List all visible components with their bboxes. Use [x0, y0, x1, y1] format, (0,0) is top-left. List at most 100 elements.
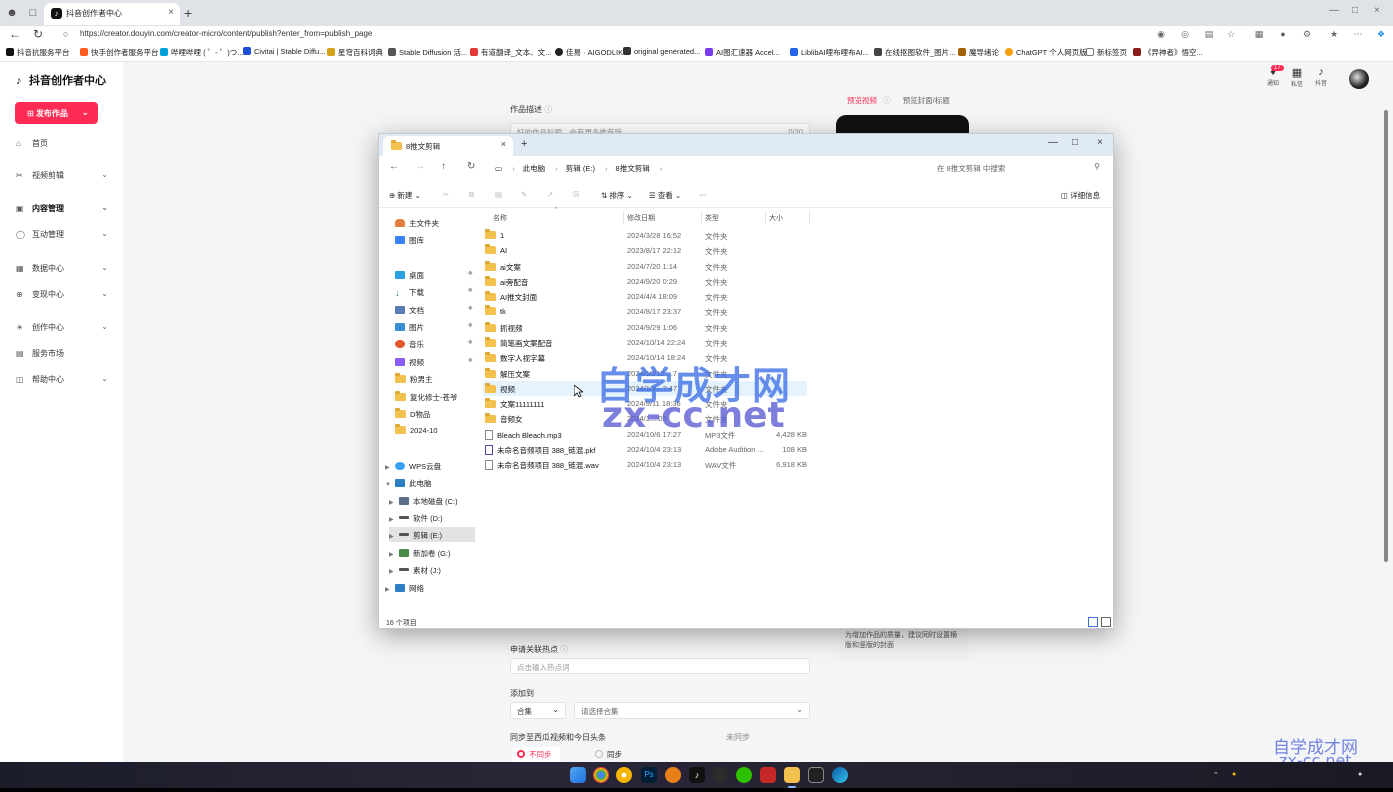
- column-header-date[interactable]: 修改日期: [627, 213, 655, 223]
- photoshop-icon[interactable]: Ps: [641, 767, 657, 783]
- forward-icon[interactable]: →: [415, 161, 425, 172]
- wechat-icon[interactable]: [736, 767, 752, 783]
- column-header-type[interactable]: 类型: [705, 213, 719, 223]
- view-button[interactable]: ☰ 查看 ⌄: [649, 190, 681, 201]
- details-view-icon[interactable]: [1088, 617, 1098, 627]
- explorer-tab[interactable]: 8推文剪辑 ×: [383, 136, 513, 156]
- list-item[interactable]: ai文案 2024/7/20 1:14 文件夹: [483, 259, 807, 274]
- edge-icon[interactable]: [832, 767, 848, 783]
- bookmark-item[interactable]: 在线抠图软件_图片...: [874, 47, 955, 58]
- pin-icon[interactable]: ❖: [468, 305, 473, 312]
- reload-icon[interactable]: ↻: [33, 27, 43, 41]
- expand-icon[interactable]: ▶: [389, 568, 399, 575]
- nav-item-drive-j[interactable]: ▶ 素材 (J:): [389, 562, 475, 577]
- list-item[interactable]: 数字人视字幕 2024/10/14 18:24 文件夹: [483, 350, 807, 365]
- list-item[interactable]: ai旁配音 2024/9/20 0:29 文件夹: [483, 274, 807, 289]
- breadcrumb-item[interactable]: 8推文剪辑: [616, 164, 650, 173]
- list-item[interactable]: AI推文封面 2024/4/4 18:09 文件夹: [483, 289, 807, 304]
- new-button[interactable]: ⊕ 新建 ⌄: [389, 190, 421, 201]
- expand-icon[interactable]: ▶: [385, 586, 395, 593]
- radio-no-sync[interactable]: 不同步: [512, 747, 560, 762]
- nav-item-this-pc[interactable]: ▼ 此电脑: [385, 475, 475, 490]
- avatar[interactable]: [1349, 69, 1369, 89]
- bookmark-item[interactable]: 佳易 · AIGODLIKE: [555, 47, 628, 58]
- microphone-icon[interactable]: ●: [1358, 771, 1362, 778]
- nav-item-folder[interactable]: D物品: [395, 406, 475, 421]
- close-tab-icon[interactable]: ×: [168, 7, 174, 18]
- chevron-down-icon[interactable]: ⌄: [81, 107, 89, 118]
- bookmark-item[interactable]: Stable Diffusion 活...: [388, 47, 467, 58]
- tiles-view-icon[interactable]: [1101, 617, 1111, 627]
- douyin-link-button[interactable]: ♪ 抖音: [1310, 66, 1332, 90]
- nav-item-network[interactable]: ▶ 网络: [385, 580, 475, 595]
- collection-select[interactable]: 请选择合集 ⌄: [574, 702, 810, 719]
- expand-icon[interactable]: ▶: [389, 499, 399, 506]
- nav-item-music[interactable]: 音乐 ❖: [395, 336, 475, 351]
- nav-item-downloads[interactable]: ↓ 下载 ❖: [395, 284, 475, 299]
- message-button[interactable]: ▦ 私信: [1286, 66, 1308, 90]
- list-item[interactable]: tk 2024/8/17 23:37 文件夹: [483, 304, 807, 319]
- breadcrumb-item[interactable]: 此电脑: [523, 164, 546, 173]
- profile-icon[interactable]: ☻: [5, 6, 19, 20]
- expand-icon[interactable]: ▶: [389, 551, 399, 558]
- nav-item-drive-g[interactable]: ▶ 新加卷 (G:): [389, 545, 475, 560]
- bookmark-item[interactable]: original generated...: [623, 47, 700, 56]
- list-item[interactable]: 抓视频 2024/9/29 1:06 文件夹: [483, 320, 807, 335]
- list-item[interactable]: 文案11111111 2024/9/11 18:36 文件夹: [483, 396, 807, 411]
- delete-icon[interactable]: ☒: [573, 190, 580, 199]
- pin-icon[interactable]: ❖: [468, 322, 473, 329]
- nav-item-folder[interactable]: 2024-10: [395, 423, 475, 438]
- details-button[interactable]: ◫ 详细信息: [1061, 190, 1100, 201]
- list-item[interactable]: 音频女 2024/1...:05 文件夹: [483, 411, 807, 426]
- nav-item-gallery[interactable]: 图库: [395, 232, 475, 247]
- file-explorer-icon[interactable]: [784, 767, 800, 788]
- expand-icon[interactable]: ▶: [389, 516, 399, 523]
- column-header-name[interactable]: 名称: [493, 213, 507, 223]
- chrome-canary-icon[interactable]: [616, 767, 632, 783]
- copy-icon[interactable]: ⧉: [469, 190, 474, 200]
- nav-item-home[interactable]: 主文件夹: [395, 215, 475, 230]
- list-item[interactable]: 未命名音频项目 388_链混.wav 2024/10/4 23:13 WAV文件 6,…: [483, 457, 807, 472]
- list-item[interactable]: Bleach Bleach.mp3 2024/10/6 17:27 MP3文件 4,4…: [483, 427, 807, 442]
- jianying-icon[interactable]: [808, 767, 824, 783]
- pin-icon[interactable]: ❖: [468, 287, 473, 294]
- back-icon[interactable]: ←: [9, 27, 21, 41]
- chrome-icon[interactable]: [593, 767, 609, 783]
- nav-item-desktop[interactable]: 桌面 ❖: [395, 267, 475, 282]
- breadcrumb-item[interactable]: 剪辑 (E:): [566, 164, 595, 173]
- rename-icon[interactable]: ✎: [521, 190, 527, 199]
- site-logo[interactable]: ♪ 抖音创作者中心: [16, 72, 106, 88]
- new-tab-button[interactable]: +: [184, 5, 192, 21]
- publish-work-button[interactable]: ⊞ 发布作品 ⌄: [15, 102, 98, 124]
- page-scrollbar[interactable]: [1384, 110, 1388, 562]
- url-input[interactable]: https://creator.douyin.com/creator-micro…: [80, 29, 372, 38]
- nav-item-folder[interactable]: 粉男主: [395, 371, 475, 386]
- list-item[interactable]: 1 2024/3/28 16:52 文件夹: [483, 228, 807, 243]
- column-divider[interactable]: [765, 211, 766, 224]
- copilot-icon[interactable]: ❖: [1375, 28, 1387, 40]
- close-window-icon[interactable]: ×: [1374, 5, 1380, 16]
- tray-app-icon[interactable]: ●: [1232, 771, 1236, 778]
- collapse-icon[interactable]: ▼: [385, 482, 395, 488]
- read-aloud-icon[interactable]: ◎: [1179, 28, 1191, 40]
- new-tab-button[interactable]: +: [521, 138, 527, 150]
- list-item[interactable]: 简笔画文案配音 2024/10/14 22:24 文件夹: [483, 335, 807, 350]
- column-divider[interactable]: [809, 211, 810, 224]
- up-icon[interactable]: ↑: [441, 161, 446, 172]
- tab-actions-icon[interactable]: □: [26, 6, 40, 20]
- bookmark-item[interactable]: 有道翻译_文本、文...: [470, 47, 551, 58]
- nav-item-pictures[interactable]: 图片 ❖: [395, 319, 475, 334]
- bookmark-item[interactable]: 《异神者》悟空...: [1133, 47, 1203, 58]
- expand-icon[interactable]: ▶: [385, 464, 395, 471]
- tab-preview-video[interactable]: 预览视频: [847, 96, 877, 105]
- list-item[interactable]: 视频 2024/10/...7:47 文件夹: [483, 381, 807, 396]
- collections-icon[interactable]: ▦: [1253, 28, 1265, 40]
- sidebar-item-monetize[interactable]: ⊕ 变现中心 ⌄: [16, 289, 116, 305]
- paste-icon[interactable]: ▤: [495, 190, 502, 199]
- bookmark-item[interactable]: 抖音抗服务平台: [6, 47, 70, 58]
- nav-item-drive-d[interactable]: ▶ 软件 (D:): [389, 510, 475, 525]
- nav-item-folder[interactable]: 复化修士-苍爷: [395, 389, 475, 404]
- bookmark-item[interactable]: 星穹百科词典: [327, 47, 383, 58]
- collection-type-select[interactable]: 合集 ⌄: [510, 702, 566, 719]
- close-tab-icon[interactable]: ×: [501, 139, 506, 149]
